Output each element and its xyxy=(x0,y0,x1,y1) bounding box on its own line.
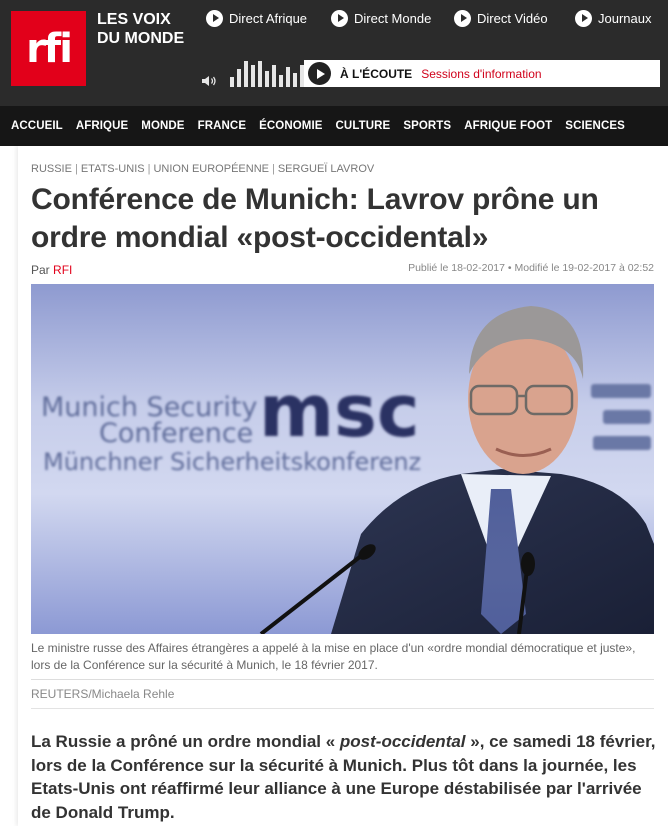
journaux-link[interactable]: Journaux xyxy=(575,8,665,28)
divider xyxy=(31,679,654,680)
nav-item-france[interactable]: FRANCE xyxy=(198,120,247,132)
author-link[interactable]: RFI xyxy=(53,263,72,277)
play-icon xyxy=(331,9,348,27)
tagline-line-2: DU MONDE xyxy=(97,30,185,47)
live-links: Direct Afrique Direct Monde Direct Vidéo… xyxy=(206,8,665,28)
volume-icon[interactable] xyxy=(202,75,218,87)
direct-link-label: Direct Vidéo xyxy=(477,10,548,26)
logo-text: rfi xyxy=(26,25,73,72)
article-photo[interactable]: Munich Security Conference Münchner Sich… xyxy=(31,284,654,634)
lead-emphasis: post-occidental xyxy=(339,732,466,751)
player-play-button[interactable] xyxy=(308,62,331,85)
nav-item-afrique[interactable]: AFRIQUE xyxy=(76,120,128,132)
direct-link-label: Journaux xyxy=(598,10,652,26)
lavrov-photo: Munich Security Conference Münchner Sich… xyxy=(31,284,654,634)
msc-logo-text: msc xyxy=(259,369,420,453)
current-program[interactable]: Sessions d'information xyxy=(421,67,541,81)
direct-video-link[interactable]: Direct Vidéo xyxy=(454,8,575,28)
publication-dates: Publié le 18-02-2017 • Modifié le 19-02-… xyxy=(408,262,654,274)
site-header: rfi LES VOIX DU MONDE Direct Afrique Dir… xyxy=(0,0,668,106)
nav-item-culture[interactable]: CULTURE xyxy=(336,120,391,132)
nav-item-monde[interactable]: MONDE xyxy=(141,120,184,132)
direct-link-label: Direct Afrique xyxy=(229,10,308,26)
nav-item-sports[interactable]: SPORTS xyxy=(403,120,451,132)
article-title: Conférence de Munich: Lavrov prône un or… xyxy=(31,183,599,254)
backdrop-text: Conference xyxy=(99,418,253,449)
nav-item-sciences[interactable]: SCIENCES xyxy=(565,120,625,132)
article-lead: La Russie a prôné un ordre mondial « pos… xyxy=(31,730,657,824)
listen-label: À L'ÉCOUTE xyxy=(340,66,413,81)
divider xyxy=(31,708,654,709)
direct-afrique-link[interactable]: Direct Afrique xyxy=(206,8,331,28)
play-icon xyxy=(454,9,471,27)
photo-credit: REUTERS/Michaela Rehle xyxy=(31,687,175,701)
byline: Par RFI xyxy=(31,263,72,277)
lead-text: La Russie a prôné un ordre mondial « xyxy=(31,732,340,751)
tag-link[interactable]: SERGUEÏ LAVROV xyxy=(278,163,374,175)
article-tags: RUSSIE | ETATS-UNIS | UNION EUROPÉENNE | SERGU… xyxy=(31,163,375,175)
play-icon xyxy=(575,9,592,27)
nav-item-afrique-foot[interactable]: AFRIQUE FOOT xyxy=(464,120,552,132)
audio-player: À L'ÉCOUTE Sessions d'information xyxy=(304,60,660,87)
nav-item-economie[interactable]: ÉCONOMIE xyxy=(259,120,322,132)
rfi-logo[interactable]: rfi xyxy=(11,11,86,86)
volume-level-bars[interactable] xyxy=(230,59,311,87)
byline-prefix: Par xyxy=(31,263,50,277)
tag-link[interactable]: RUSSIE xyxy=(31,163,72,175)
tagline-line-1: LES VOIX xyxy=(97,11,171,28)
nav-item-accueil[interactable]: ACCUEIL xyxy=(11,120,63,132)
tag-link[interactable]: UNION EUROPÉENNE xyxy=(153,163,269,175)
play-icon xyxy=(206,9,223,27)
tagline: LES VOIX DU MONDE xyxy=(97,10,184,48)
direct-monde-link[interactable]: Direct Monde xyxy=(331,8,454,28)
tag-link[interactable]: ETATS-UNIS xyxy=(81,163,145,175)
photo-caption: Le ministre russe des Affaires étrangère… xyxy=(31,641,636,672)
main-nav: ACCUEIL AFRIQUE MONDE FRANCE ÉCONOMIE CU… xyxy=(0,106,668,146)
direct-link-label: Direct Monde xyxy=(354,10,432,26)
